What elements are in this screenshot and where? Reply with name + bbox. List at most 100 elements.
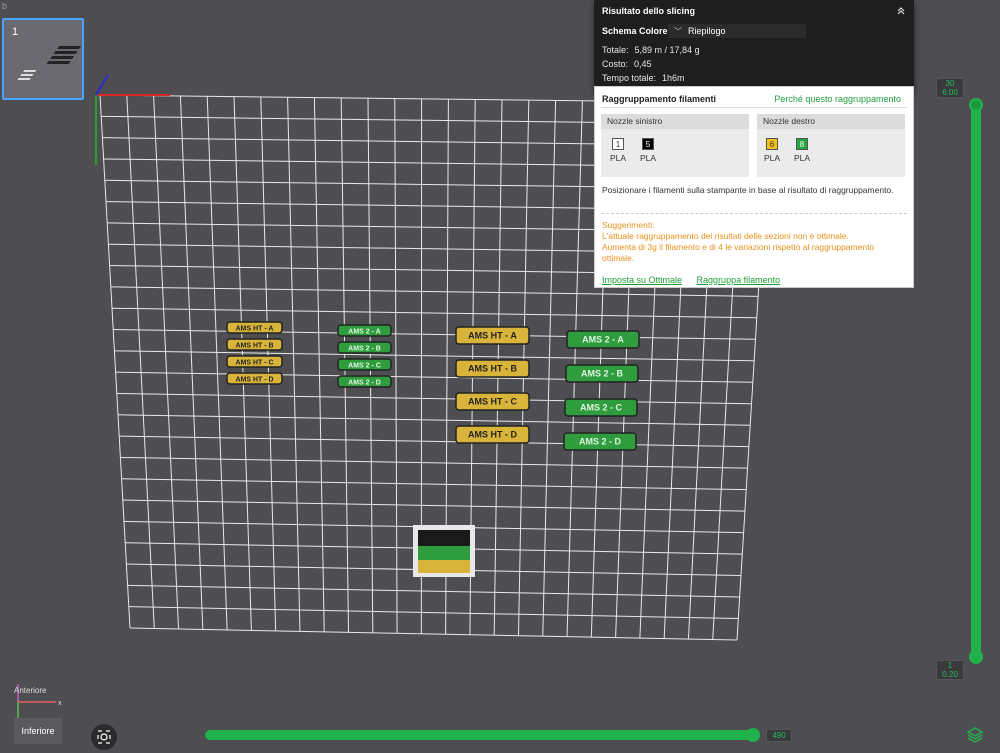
time-value: 1h6m (662, 73, 685, 83)
top-layer-number: 30 (945, 79, 955, 88)
small-green-tag-text: AMS 2 - C (348, 363, 381, 370)
filament-slot[interactable]: 8 PLA (792, 138, 812, 163)
layer-slider-track[interactable] (971, 100, 981, 660)
filament-type: PLA (609, 153, 627, 163)
top-layer-height: 6.00 (942, 88, 958, 97)
move-slider-value: 490 (766, 729, 792, 742)
slicing-result-header[interactable]: Risultato dello slicing (594, 0, 914, 22)
slicing-result-panel: Risultato dello slicing Schema Colore ﹀ … (594, 0, 914, 93)
view-inferior-button[interactable]: Inferiore (14, 718, 62, 744)
dashed-divider (601, 213, 907, 214)
small-yellow-tag-text: AMS HT - D (235, 377, 273, 384)
grouping-title: Raggruppamento filamenti (602, 94, 717, 104)
filament-slot[interactable]: 5 PLA (638, 138, 658, 163)
grid-line (119, 435, 749, 448)
grid-line (122, 499, 745, 512)
cost-label: Costo: (602, 59, 629, 69)
left-nozzle-label: Nozzle sinistro (601, 114, 749, 129)
total-value: 5,89 m / 17,84 g (634, 45, 700, 55)
suggestion-text: L'attuale raggruppamento dei risultati d… (602, 231, 849, 241)
layer-slider-bottom-handle[interactable] (969, 650, 983, 664)
grid-line (99, 94, 131, 629)
slicing-result-title: Risultato dello slicing (602, 6, 696, 16)
large-green-tag-text: AMS 2 - C (580, 403, 623, 413)
filament-swatch: 6 (766, 138, 778, 150)
divider (601, 107, 907, 108)
filament-slot[interactable]: 1 PLA (608, 138, 628, 163)
color-scheme-label: Schema Colore (602, 26, 668, 36)
large-yellow-tag-text: AMS HT - A (468, 331, 517, 341)
time-stat: Tempo totale: 1h6m (602, 71, 906, 85)
grouping-actions: Imposta su Ottimale Raggruppa filamento (602, 275, 792, 285)
time-label: Tempo totale: (602, 73, 657, 83)
chevron-down-icon: ﹀ (674, 26, 682, 36)
bottom-layer-readout: 1 0.20 (936, 660, 964, 680)
grid-line (113, 329, 756, 340)
grid-line (542, 100, 557, 637)
large-green-tag-text: AMS 2 - D (579, 437, 622, 447)
small-yellow-tag-text: AMS HT - A (236, 326, 274, 333)
large-yellow-tag-text: AMS HT - B (468, 364, 517, 374)
filament-swatch: 1 (612, 138, 624, 150)
group-filament-link[interactable]: Raggruppa filamento (697, 275, 781, 285)
left-nozzle-box: Nozzle sinistro 1 PLA 5 PLA (601, 114, 749, 177)
grid-line (313, 97, 325, 632)
grid-line (287, 97, 301, 632)
why-grouping-link[interactable]: Perché questo raggruppamento (774, 94, 901, 104)
grid-line (153, 95, 180, 629)
layers-icon[interactable] (966, 726, 984, 744)
bottom-layer-number: 1 (947, 661, 953, 670)
plate-thumbnail[interactable]: 1 (2, 18, 84, 100)
filament-swatch: 5 (642, 138, 654, 150)
small-green-tag-text: AMS 2 - A (348, 329, 380, 336)
small-yellow-tag-text: AMS HT - B (235, 343, 273, 350)
window-tab-stub[interactable]: b (0, 0, 9, 12)
grid-line (126, 95, 155, 629)
large-yellow-tag-text: AMS HT - C (468, 397, 517, 407)
camera-reset-button[interactable] (91, 724, 117, 750)
collapse-up-icon[interactable] (896, 6, 906, 16)
z-axis-line (95, 74, 109, 96)
filament-type: PLA (639, 153, 657, 163)
right-nozzle-box: Nozzle destro 6 PLA 8 PLA (757, 114, 905, 177)
grid-line (116, 392, 752, 405)
grid-line (394, 98, 398, 634)
small-yellow-tag-text: AMS HT - C (235, 360, 273, 367)
small-green-tag-text: AMS 2 - B (348, 346, 381, 353)
layer-slider-top-handle[interactable] (969, 98, 983, 112)
large-green-tag-text: AMS 2 - A (582, 335, 624, 345)
grid-line (115, 371, 753, 383)
bottom-layer-height: 0.20 (942, 670, 958, 679)
set-optimal-link[interactable]: Imposta su Ottimale (602, 275, 682, 285)
right-nozzle-label: Nozzle destro (757, 114, 905, 129)
color-scheme-value: Riepilogo (688, 26, 726, 36)
flag-stripe-green (418, 546, 470, 560)
filament-swatch: 8 (796, 138, 808, 150)
suggestions-block: Suggerimenti: L'attuale raggruppamento d… (602, 220, 908, 264)
move-slider-track[interactable] (205, 730, 757, 740)
axis-x-label: x (58, 700, 62, 707)
filament-grouping-panel: Raggruppamento filamenti Perché questo r… (594, 86, 914, 288)
filament-slot[interactable]: 6 PLA (762, 138, 782, 163)
view-anterior-label: Anteriore (14, 686, 47, 695)
small-green-tag-text: AMS 2 - D (348, 380, 381, 387)
filament-type: PLA (763, 153, 781, 163)
suggestions-title: Suggerimenti: (602, 220, 655, 230)
grid-line (117, 414, 751, 426)
grid-line (120, 456, 748, 469)
total-label: Totale: (602, 45, 629, 55)
color-scheme-select[interactable]: ﹀ Riepilogo (668, 24, 806, 38)
grid-line (111, 307, 757, 319)
flag-stripe-black (418, 530, 470, 546)
plate-preview-image (17, 46, 82, 80)
large-yellow-tag-text: AMS HT - D (468, 430, 517, 440)
grouping-description: Posizionare i filamenti sulla stampante … (602, 185, 894, 195)
grid-line (128, 606, 739, 620)
grid-line (179, 95, 204, 630)
cost-stat: Costo: 0,45 (602, 57, 906, 71)
grid-line (121, 478, 747, 491)
move-slider-handle[interactable] (746, 728, 760, 742)
cost-value: 0,45 (634, 59, 652, 69)
flag-stripe-yellow (418, 560, 470, 573)
grid-line (206, 96, 228, 630)
